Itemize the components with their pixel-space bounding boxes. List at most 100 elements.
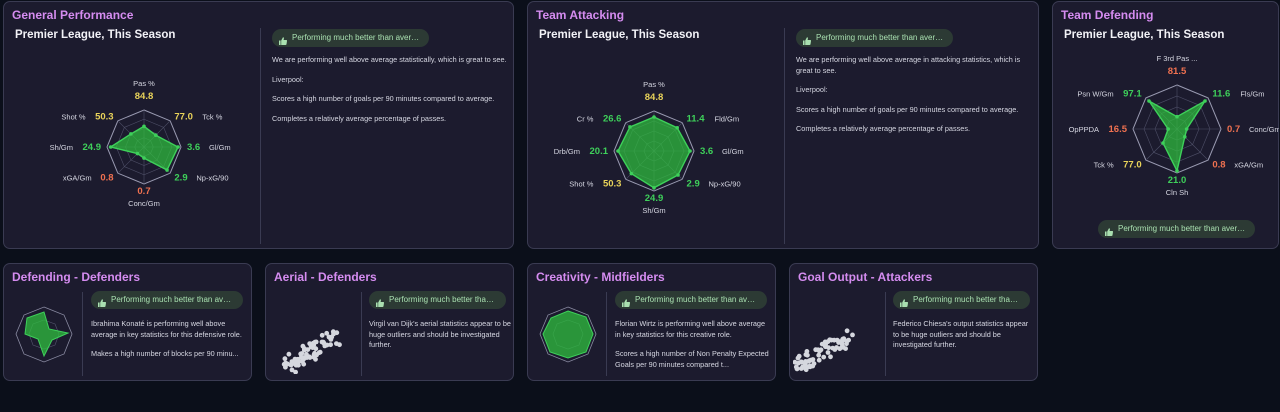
axis-name: Np-xG/90	[196, 173, 228, 182]
aerial-defenders-card[interactable]: Aerial - Defenders Performing much bette…	[265, 263, 514, 381]
scatter-point	[816, 352, 822, 358]
radar-axis-label: 16.5 OpPPDA	[1069, 124, 1128, 135]
axis-value: 24.9	[83, 142, 102, 153]
radar-point	[652, 115, 656, 119]
scatter-point	[285, 361, 290, 367]
radar-axis-label: 2.9 Np-xG/90	[687, 179, 741, 190]
axis-name: Pas %	[643, 80, 665, 89]
axis-name: Shot %	[569, 180, 594, 189]
axis-name: Psn W/Gm	[1077, 90, 1113, 99]
axis-name: Conc/Gm	[1249, 125, 1279, 134]
radar-point	[142, 124, 146, 129]
radar-point	[165, 168, 169, 172]
scatter-point	[289, 367, 295, 373]
thumbs-up-icon	[1105, 225, 1114, 236]
performance-badge: Performing much better than average	[1098, 220, 1255, 238]
defending-defenders-mini-radar	[15, 306, 73, 363]
radar-axis-label: 21.0 Cln Sh	[1166, 175, 1189, 197]
radar-point	[1203, 99, 1207, 103]
radar-point	[1161, 141, 1165, 145]
radar-shape	[108, 125, 179, 171]
performance-badge: Performing much better than avera...	[91, 291, 243, 309]
performance-badge: Performing much better than average	[272, 29, 429, 47]
radar-axis-label: 11.6 Fls/Gm	[1212, 89, 1264, 100]
thumbs-up-icon	[900, 296, 909, 307]
radar-axis-label: 20.1 Drb/Gm	[554, 146, 609, 157]
axis-value: 81.5	[1168, 66, 1187, 77]
radar-point	[629, 171, 634, 176]
scatter-point	[330, 329, 336, 335]
axis-value: 77.0	[1123, 159, 1142, 170]
axis-value: 0.8	[1212, 159, 1225, 170]
card-divider	[82, 292, 83, 376]
axis-name: Drb/Gm	[554, 147, 580, 156]
badge-label: Performing much better than average	[816, 33, 949, 42]
radar-point	[108, 145, 113, 149]
description-point: Makes a high number of blocks per 90 min…	[91, 349, 239, 358]
axis-value: 11.4	[687, 113, 706, 124]
scatter-point	[324, 342, 330, 348]
description-point: Scores a high number of Non Penalty Expe…	[615, 349, 769, 369]
axis-value: 0.7	[137, 186, 150, 197]
radar-axis-label: 0.7 Conc/Gm	[1227, 124, 1279, 135]
scatter-point	[282, 356, 288, 362]
radar-point	[1175, 169, 1179, 173]
badge-label: Performing much better than ...	[913, 295, 1024, 304]
scatter-point	[823, 342, 828, 347]
scatter-point	[816, 357, 822, 363]
badge-label: Performing much better than avera...	[111, 295, 242, 304]
radar-point	[675, 126, 679, 130]
creativity-midfielders-card[interactable]: Creativity - Midfielders Performing much…	[527, 263, 776, 381]
axis-value: 50.3	[95, 112, 114, 123]
card-divider	[885, 292, 886, 376]
radar-axis-label: F 3rd Pas ... 81.5	[1157, 54, 1198, 77]
description-point: Completes a relatively average percentag…	[796, 124, 971, 133]
axis-value: 3.6	[700, 146, 713, 157]
scatter-point	[296, 362, 301, 368]
defending-defenders-card[interactable]: Defending - Defenders Performing much be…	[3, 263, 252, 381]
axis-name: Cr %	[577, 114, 594, 123]
description-point: Scores a high number of goals per 90 min…	[272, 94, 495, 103]
axis-name: Gl/Gm	[722, 147, 744, 156]
axis-value: 2.9	[174, 172, 187, 183]
radar-axis-label: 3.6 Gl/Gm	[187, 142, 231, 153]
radar-axis-label: 50.3 Shot %	[61, 112, 113, 123]
axis-value: 97.1	[1123, 89, 1142, 100]
radar-point	[1175, 114, 1179, 119]
scatter-point	[830, 345, 836, 351]
radar-point	[176, 145, 180, 149]
scatter-point	[324, 330, 330, 336]
radar-axis-label: 0.8 xGA/Gm	[63, 172, 114, 183]
radar-axis-label: 0.7 Conc/Gm	[128, 186, 160, 208]
general-performance-card[interactable]: General Performance Premier League, This…	[3, 1, 514, 249]
performance-badge: Performing much better than average	[796, 29, 953, 47]
axis-value: 26.6	[603, 113, 622, 124]
team-defending-card[interactable]: Team Defending Premier League, This Seas…	[1052, 1, 1279, 249]
badge-label: Performing much better than ...	[389, 295, 500, 304]
radar-axis-label: 26.6 Cr %	[577, 113, 622, 124]
scatter-point	[840, 344, 846, 350]
goal-output-attackers-card[interactable]: Goal Output - Attackers Performing much …	[789, 263, 1038, 381]
scatter-point	[311, 354, 317, 360]
mini-radar-shape	[24, 311, 70, 358]
axis-value: 50.3	[603, 179, 622, 190]
scatter-point	[334, 341, 339, 346]
axis-name: Cln Sh	[1166, 188, 1189, 197]
card-divider	[606, 292, 607, 376]
scatter-point	[796, 353, 802, 359]
team-attacking-card[interactable]: Team Attacking Premier League, This Seas…	[527, 1, 1039, 249]
thumbs-up-icon	[98, 296, 107, 307]
axis-value: 2.9	[687, 179, 700, 190]
thumbs-up-icon	[376, 296, 385, 307]
radar-axis-label: 0.8 xGA/Gm	[1212, 159, 1263, 170]
radar-point	[616, 149, 620, 153]
performance-badge: Performing much better than ...	[369, 291, 506, 309]
axis-value: 84.8	[645, 92, 664, 103]
scatter-point	[286, 351, 292, 357]
radar-point	[135, 151, 140, 156]
radar-point	[1184, 127, 1189, 131]
description: Federico Chiesa's output statistics appe…	[893, 319, 1035, 360]
card-title: Creativity - Midfielders	[536, 270, 665, 284]
scatter-point	[831, 337, 837, 343]
description: We are performing well above average sta…	[272, 55, 508, 133]
